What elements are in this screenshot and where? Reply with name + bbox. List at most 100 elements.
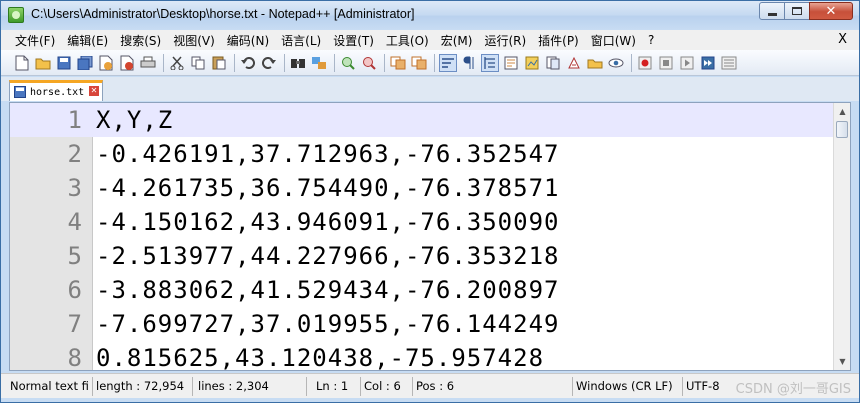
- function-list-icon[interactable]: [544, 54, 562, 72]
- zoom-in-icon[interactable]: [339, 54, 357, 72]
- minimize-icon: [767, 12, 777, 16]
- status-lines: lines : 2,304: [195, 377, 307, 396]
- save-icon[interactable]: [55, 54, 73, 72]
- scrollbar-thumb[interactable]: [836, 121, 848, 138]
- open-file-icon[interactable]: [34, 54, 52, 72]
- paste-icon[interactable]: [210, 54, 228, 72]
- scroll-up-icon[interactable]: ▲: [834, 103, 850, 120]
- doc-map-icon[interactable]: [523, 54, 541, 72]
- maximize-icon: [792, 7, 802, 15]
- run-macro-multiple-icon[interactable]: [699, 54, 717, 72]
- undo-icon[interactable]: [239, 54, 257, 72]
- editor-line[interactable]: 1 X,Y,Z: [10, 103, 834, 137]
- save-macro-icon[interactable]: [720, 54, 738, 72]
- toolbar-separator: [163, 53, 164, 72]
- line-text[interactable]: -7.699727,37.019955,-76.144249: [96, 310, 559, 338]
- close-document-button[interactable]: X: [838, 32, 847, 47]
- status-pos: Pos : 6: [413, 377, 573, 396]
- maximize-button[interactable]: [784, 2, 810, 20]
- folder-workspace-icon[interactable]: [565, 54, 583, 72]
- line-number: 7: [67, 310, 82, 338]
- menu-help[interactable]: ?: [642, 33, 660, 47]
- close-all-icon[interactable]: [118, 54, 136, 72]
- stop-record-icon[interactable]: [657, 54, 675, 72]
- menu-encoding[interactable]: 编码(N): [221, 32, 275, 49]
- editor-line[interactable]: 6 -3.883062,41.529434,-76.200897: [10, 273, 834, 307]
- tab-label: horse.txt: [30, 86, 85, 98]
- line-text[interactable]: -0.426191,37.712963,-76.352547: [96, 140, 559, 168]
- indent-guide-icon[interactable]: [481, 53, 499, 72]
- line-text[interactable]: 0.815625,43.120438,-75.957428: [96, 344, 544, 370]
- editor-area[interactable]: 1 X,Y,Z 2 -0.426191,37.712963,-76.352547…: [9, 102, 851, 371]
- new-file-icon[interactable]: [13, 54, 31, 72]
- title-bar[interactable]: C:\Users\Administrator\Desktop\horse.txt…: [1, 1, 859, 30]
- status-bar: Normal text fi length : 72,954 lines : 2…: [1, 373, 859, 398]
- menu-bar: 文件(F) 编辑(E) 搜索(S) 视图(V) 编码(N) 语言(L) 设置(T…: [1, 30, 859, 50]
- notepadpp-icon: [8, 7, 24, 23]
- toolbar-separator: [434, 53, 435, 72]
- sync-horizontal-icon[interactable]: [410, 54, 428, 72]
- window-controls: ✕: [759, 2, 853, 20]
- menu-view[interactable]: 视图(V): [167, 32, 221, 49]
- menu-file[interactable]: 文件(F): [9, 32, 61, 49]
- tab-horse-txt[interactable]: horse.txt ✕: [9, 80, 103, 101]
- editor-line[interactable]: 8 0.815625,43.120438,-75.957428: [10, 341, 834, 371]
- record-macro-icon[interactable]: [636, 54, 654, 72]
- line-number: 1: [67, 106, 82, 134]
- udl-icon[interactable]: [502, 54, 520, 72]
- play-macro-icon[interactable]: [678, 54, 696, 72]
- line-number: 6: [67, 276, 82, 304]
- tab-close-icon[interactable]: ✕: [89, 86, 99, 96]
- toolbar-separator: [284, 53, 285, 72]
- status-eol: Windows (CR LF): [573, 377, 683, 396]
- menu-settings[interactable]: 设置(T): [327, 32, 380, 49]
- monitoring-icon[interactable]: [586, 54, 604, 72]
- status-encoding: UTF-8: [686, 379, 720, 393]
- menu-plugins[interactable]: 插件(P): [532, 32, 585, 49]
- menu-tools[interactable]: 工具(O): [380, 32, 435, 49]
- editor-line[interactable]: 7 -7.699727,37.019955,-76.144249: [10, 307, 834, 341]
- vertical-scrollbar[interactable]: ▲ ▼: [833, 103, 850, 370]
- editor-line[interactable]: 2 -0.426191,37.712963,-76.352547: [10, 137, 834, 171]
- menu-macro[interactable]: 宏(M): [435, 32, 479, 49]
- menu-window[interactable]: 窗口(W): [585, 32, 642, 49]
- line-text[interactable]: -4.261735,36.754490,-76.378571: [96, 174, 559, 202]
- toolbar-separator: [631, 53, 632, 72]
- line-text[interactable]: -2.513977,44.227966,-76.353218: [96, 242, 559, 270]
- editor-line[interactable]: 5 -2.513977,44.227966,-76.353218: [10, 239, 834, 273]
- editor-line[interactable]: 3 -4.261735,36.754490,-76.378571: [10, 171, 834, 205]
- status-length: length : 72,954: [93, 377, 193, 396]
- find-icon[interactable]: [289, 54, 307, 72]
- line-number: 3: [67, 174, 82, 202]
- notepadpp-window: C:\Users\Administrator\Desktop\horse.txt…: [0, 0, 860, 403]
- show-all-chars-icon[interactable]: [460, 54, 478, 72]
- save-all-icon[interactable]: [76, 54, 94, 72]
- toolbar: [1, 50, 859, 76]
- redo-icon[interactable]: [260, 54, 278, 72]
- zoom-out-icon[interactable]: [360, 54, 378, 72]
- watermark: CSDN @刘一哥GIS: [735, 382, 851, 397]
- eye-icon[interactable]: [607, 54, 625, 72]
- editor-line[interactable]: 4 -4.150162,43.946091,-76.350090: [10, 205, 834, 239]
- close-icon[interactable]: [97, 54, 115, 72]
- cut-icon[interactable]: [168, 54, 186, 72]
- line-text[interactable]: X,Y,Z: [96, 106, 173, 134]
- word-wrap-icon[interactable]: [439, 53, 457, 72]
- menu-edit[interactable]: 编辑(E): [61, 32, 114, 49]
- menu-run[interactable]: 运行(R): [478, 32, 532, 49]
- copy-icon[interactable]: [189, 54, 207, 72]
- menu-language[interactable]: 语言(L): [275, 32, 327, 49]
- print-icon[interactable]: [139, 54, 157, 72]
- menu-search[interactable]: 搜索(S): [114, 32, 167, 49]
- line-number: 5: [67, 242, 82, 270]
- replace-icon[interactable]: [310, 54, 328, 72]
- line-number: 8: [67, 344, 82, 371]
- line-text[interactable]: -3.883062,41.529434,-76.200897: [96, 276, 559, 304]
- line-text[interactable]: -4.150162,43.946091,-76.350090: [96, 208, 559, 236]
- minimize-button[interactable]: [759, 2, 785, 20]
- sync-vertical-icon[interactable]: [389, 54, 407, 72]
- close-window-button[interactable]: ✕: [809, 2, 853, 20]
- toolbar-separator: [384, 53, 385, 72]
- scroll-down-icon[interactable]: ▼: [834, 353, 850, 370]
- close-icon: ✕: [825, 3, 837, 19]
